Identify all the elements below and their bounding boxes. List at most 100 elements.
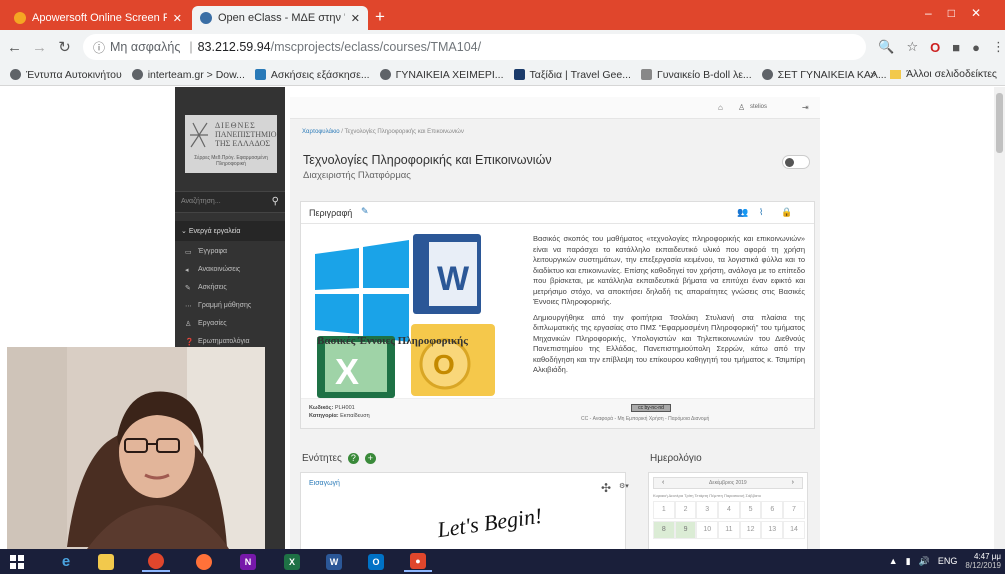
calendar-day[interactable]: 14 xyxy=(783,521,805,539)
calendar-day[interactable]: 13 xyxy=(761,521,784,539)
word-icon[interactable]: W xyxy=(320,551,348,572)
calendar-day[interactable]: 7 xyxy=(783,501,805,519)
page-icon xyxy=(254,69,266,80)
tab-apowersoft[interactable]: Apowersoft Online Screen Recor ✕ xyxy=(6,6,190,30)
chevron-down-icon: ⌄ xyxy=(181,228,189,235)
more-bookmarks-chevron[interactable]: » xyxy=(870,68,876,80)
info-icon[interactable]: ⓘ xyxy=(93,39,105,56)
menu-icon[interactable]: ⋮ xyxy=(992,39,1005,55)
bookmark-item[interactable]: ΓΥΝΑΙΚΕΙΑ ΧΕΙΜΕΡΙ... xyxy=(379,69,504,81)
bookmark-item[interactable]: ΣΕΤ ΓΥΝΑΙΚΕΙΑ ΚΑΛ... xyxy=(761,69,887,81)
calendar-day[interactable]: 2 xyxy=(674,501,697,519)
home-icon[interactable]: ⌂ xyxy=(718,103,723,112)
bookmark-item[interactable]: Έντυπα Αυτοκινήτου xyxy=(10,69,122,81)
logo-subtitle: Σέρρες Μεθ.Πρόγ. Εφαρμοσμένη Πληροφορική xyxy=(194,155,268,167)
scrollbar-thumb[interactable] xyxy=(996,93,1003,153)
calendar-day[interactable]: 11 xyxy=(718,521,740,539)
outlook-icon[interactable]: O xyxy=(362,551,390,572)
battery-icon[interactable]: ▮ xyxy=(906,556,911,567)
pencil-icon: ✎ xyxy=(185,285,191,292)
onenote-icon[interactable]: N xyxy=(234,551,262,572)
search-icon[interactable]: ⚲ xyxy=(272,196,279,207)
logout-icon[interactable]: ⇥ xyxy=(802,103,809,112)
calendar-day[interactable]: 9 xyxy=(674,521,697,539)
forward-arrow-icon[interactable]: → xyxy=(29,39,50,56)
tag-icon[interactable]: ⌇ xyxy=(759,207,763,218)
calendar-day[interactable]: 6 xyxy=(761,501,784,519)
network-icon[interactable]: ▲ xyxy=(889,556,898,566)
extension-icon[interactable]: ■ xyxy=(952,40,960,55)
description-paragraph: Δημιουργήθηκε από την φοιτήτρια Τσολάκη … xyxy=(533,312,805,375)
calendar-day[interactable]: 12 xyxy=(739,521,762,539)
cc-license-badge[interactable]: cc by-nc-nd xyxy=(631,404,671,412)
ie-icon[interactable]: e xyxy=(52,551,80,572)
firefox-icon[interactable] xyxy=(190,551,218,572)
user-icon[interactable]: ♙ xyxy=(738,103,745,112)
bookmark-item[interactable]: Ασκήσεις εξάσκησε... xyxy=(254,69,370,81)
new-tab-button[interactable]: + xyxy=(375,7,385,27)
close-icon[interactable]: ✕ xyxy=(351,12,360,25)
calendar-day[interactable]: 3 xyxy=(696,501,719,519)
windows-start-icon[interactable] xyxy=(10,555,24,569)
sidebar-item-label: Εργασίες xyxy=(198,320,227,327)
edit-pencil-icon[interactable]: ✎ xyxy=(361,206,369,217)
office-collage-image: W X O Βασικές Έννοιες Πληροφορικής xyxy=(315,234,495,398)
search-placeholder: Αναζήτηση... xyxy=(181,198,221,205)
user-name[interactable]: stelios xyxy=(750,104,767,110)
calendar-day[interactable]: 8 xyxy=(653,521,675,539)
window-controls[interactable]: –□✕ xyxy=(925,6,997,20)
star-icon[interactable]: ☆ xyxy=(906,39,918,55)
breadcrumb-home[interactable]: Χαρτοφυλάκιο xyxy=(302,129,340,135)
sidebar-item-exercises[interactable]: ✎ Ασκήσεις xyxy=(175,279,285,297)
panel-header: Περιγραφή ✎ 👥 ⌇ 🔒 xyxy=(301,202,814,224)
address-bar[interactable]: ⓘ Μη ασφαλής | 83.212.59.94/mscprojects/… xyxy=(83,34,867,60)
profile-icon[interactable]: ● xyxy=(972,40,980,55)
taskbar-clock[interactable]: 4:47 μμ 8/12/2019 xyxy=(965,552,1001,570)
back-arrow-icon[interactable]: ← xyxy=(4,39,25,56)
other-bookmarks[interactable]: » Άλλοι σελιδοδείκτες xyxy=(870,68,997,80)
page-scrollbar[interactable] xyxy=(994,87,1005,549)
windows-logo-icon xyxy=(315,240,409,342)
bookmark-item[interactable]: Ταξίδια | Travel Gee... xyxy=(513,69,631,81)
sidebar-item-learning-path[interactable]: ⋯ Γραμμή μάθησης xyxy=(175,297,285,315)
sidebar-search[interactable]: Αναζήτηση... ⚲ xyxy=(175,191,285,213)
chrome-icon[interactable] xyxy=(142,551,170,572)
calendar-day[interactable]: 5 xyxy=(739,501,762,519)
calendar-day[interactable]: 1 xyxy=(653,501,675,519)
opera-icon[interactable]: O xyxy=(930,40,940,55)
visibility-toggle[interactable] xyxy=(782,155,810,169)
bookmark-item[interactable]: Γυναικείο B-doll λε... xyxy=(640,69,752,81)
next-month-icon[interactable]: › xyxy=(792,479,794,486)
sidebar-item-announcements[interactable]: ◂ Ανακοινώσεις xyxy=(175,261,285,279)
recorder-icon[interactable]: ● xyxy=(404,551,432,572)
university-logo[interactable]: ΔΙΕΘΝΕΣ ΠΑΝΕΠΙΣΤΗΜΙΟ ΤΗΣ ΕΛΛΑΔΟΣ Σέρρες … xyxy=(185,115,277,173)
bookmark-item[interactable]: interteam.gr > Dow... xyxy=(131,69,245,81)
move-icon[interactable]: ✣ xyxy=(601,481,611,495)
users-icon[interactable]: 👥 xyxy=(737,207,748,218)
zoom-icon[interactable]: 🔍 xyxy=(878,39,894,55)
svg-text:X: X xyxy=(335,351,359,392)
language-indicator[interactable]: ENG xyxy=(938,556,958,566)
unit-intro-link[interactable]: Εισαγωγή xyxy=(309,480,340,487)
calendar-day[interactable]: 4 xyxy=(718,501,740,519)
active-tools-heading[interactable]: ⌄ Ενεργά εργαλεία xyxy=(175,221,285,241)
reload-icon[interactable]: ↻ xyxy=(54,38,75,56)
clock-date: 8/12/2019 xyxy=(965,561,1001,570)
sidebar-item-assignments[interactable]: ♙ Εργασίες xyxy=(175,315,285,333)
volume-icon[interactable]: 🔊 xyxy=(919,556,930,567)
close-icon[interactable]: ✕ xyxy=(173,12,182,25)
add-icon[interactable]: + xyxy=(364,453,376,464)
help-icon[interactable]: ? xyxy=(347,453,359,464)
logo-line: ΔΙΕΘΝΕΣ xyxy=(215,121,256,130)
logo-line: ΤΗΣ ΕΛΛΑΔΟΣ xyxy=(215,139,271,148)
megaphone-icon: ◂ xyxy=(185,267,189,274)
file-explorer-icon[interactable] xyxy=(92,551,120,572)
sidebar-item-documents[interactable]: ▭ Έγγραφα xyxy=(175,243,285,261)
description-panel: Περιγραφή ✎ 👥 ⌇ 🔒 W X O Βασικές Έννοιες … xyxy=(300,201,815,429)
excel-icon[interactable]: X xyxy=(278,551,306,572)
calendar-day[interactable]: 10 xyxy=(696,521,719,539)
prev-month-icon[interactable]: ‹ xyxy=(662,479,664,486)
lock-icon[interactable]: 🔒 xyxy=(781,207,792,218)
gear-icon[interactable]: ⚙▾ xyxy=(619,482,629,490)
tab-eclass[interactable]: Open eClass - ΜΔΕ στην "Εφαρμ ✕ xyxy=(192,6,368,30)
